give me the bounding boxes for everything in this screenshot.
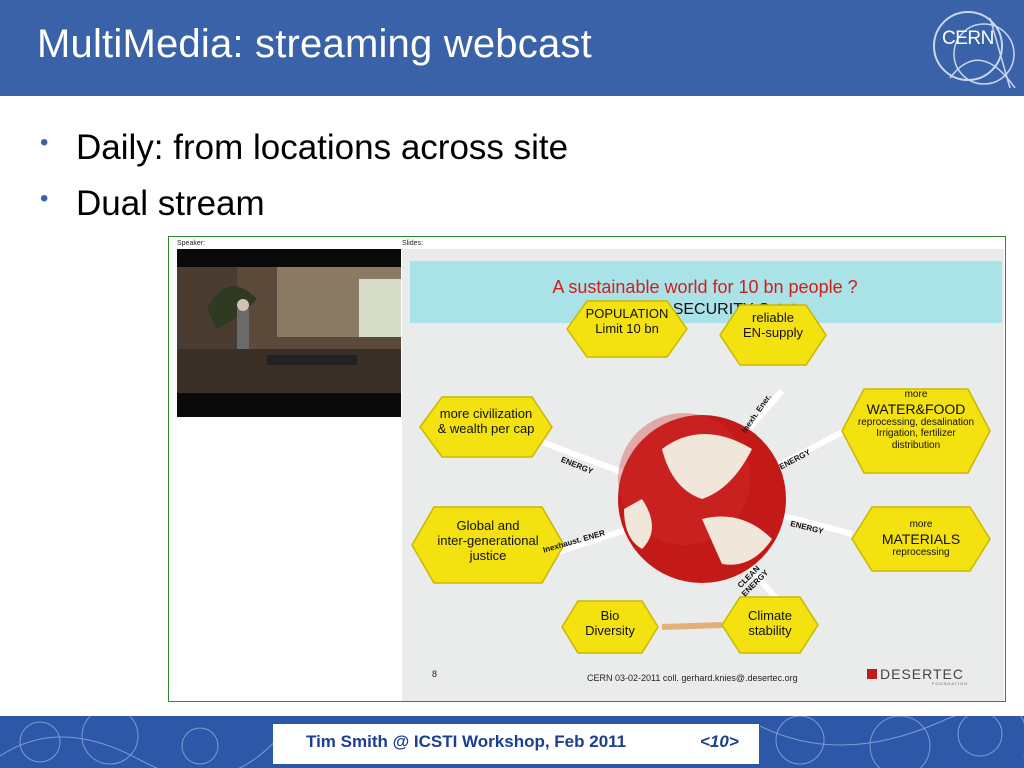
slides-label: Slides: <box>402 240 424 247</box>
slides-view[interactable]: A sustainable world for 10 bn people ? H… <box>402 249 1004 701</box>
arrow-climate-bio <box>661 622 723 630</box>
footer-page-number: <10> <box>700 732 739 751</box>
bullet-dot-icon: • <box>40 185 49 212</box>
cern-logo-icon <box>933 11 1016 89</box>
hex-civilization-label: more civilization & wealth per cap <box>437 406 535 436</box>
octet-diagram <box>411 300 991 654</box>
cern-logo-text: CERN <box>942 28 994 49</box>
speaker-label: Speaker: <box>177 240 206 247</box>
desertec-brand-sub: FOUNDATION <box>932 681 969 686</box>
webcast-player: Speaker: Slides: A sustainable world for… <box>168 236 1006 702</box>
hex-climate-label: Climate stability <box>747 608 793 638</box>
embedded-slide-page-number: 8 <box>432 669 438 679</box>
speaker-video[interactable] <box>177 249 401 417</box>
hex-biodiversity-label: Bio Diversity <box>585 608 635 638</box>
bullet-dot-icon: • <box>40 129 49 156</box>
desertec-brand: DESERTEC <box>880 666 964 682</box>
hex-materials-label: more MATERIALS reprocessing <box>881 519 961 558</box>
hex-energy-supply-label: reliable EN-supply <box>743 310 803 340</box>
bullet-text: Dual stream <box>76 184 265 223</box>
embedded-slide-footer: CERN 03-02-2011 coll. gerhard.knies@.des… <box>587 673 798 683</box>
bullet-text: Daily: from locations across site <box>76 128 569 167</box>
hex-justice-label: Global and inter-generational justice <box>437 518 539 563</box>
hex-water-food-label: more WATER&FOOD reprocessing, desalinati… <box>857 389 975 451</box>
speaker-video-frame <box>177 249 401 417</box>
globe-icon <box>618 413 786 583</box>
hex-population-label: POPULATION Limit 10 bn <box>585 306 669 336</box>
footer-text: Tim Smith @ ICSTI Workshop, Feb 2011 <box>306 732 627 751</box>
slide-title: MultiMedia: streaming webcast <box>37 22 592 66</box>
desertec-logo-icon <box>867 669 877 679</box>
